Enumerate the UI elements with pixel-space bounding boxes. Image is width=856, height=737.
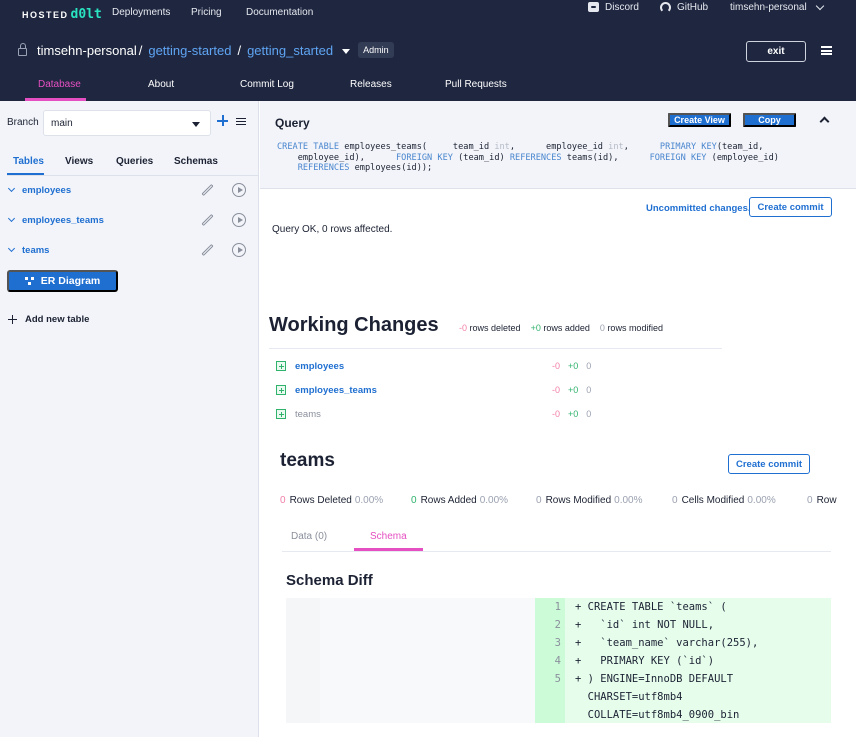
old-schema-pane — [320, 598, 535, 723]
menu-icon[interactable] — [821, 46, 832, 55]
create-commit-button-2[interactable]: Create commit — [728, 454, 810, 474]
discord-link[interactable]: Discord — [588, 2, 639, 13]
stat-rows-other: 0 Row — [807, 495, 837, 506]
uncommitted-changes-link[interactable]: Uncommitted changes. — [646, 203, 751, 214]
sidebar-tab-views[interactable]: Views — [65, 156, 93, 167]
user-menu[interactable]: timsehn-personal — [730, 1, 824, 13]
tab-data[interactable]: Data (0) — [291, 531, 327, 542]
schema-diff-view: 1 + CREATE TABLE `teams` ( 2 + `id` int … — [286, 598, 831, 723]
table-diff-title: teams — [280, 450, 335, 471]
nav-deployments[interactable]: Deployments — [112, 7, 170, 18]
added-plus-box-icon — [276, 385, 286, 395]
branch-select[interactable]: main — [43, 110, 211, 136]
play-icon[interactable] — [232, 183, 246, 197]
github-link[interactable]: GitHub — [660, 1, 708, 13]
er-diagram-button[interactable]: ER Diagram — [7, 270, 118, 292]
edit-pencil-icon[interactable] — [201, 243, 214, 257]
stat-rows-modified: 0 Rows Modified 0.00% — [536, 495, 643, 506]
divider — [269, 348, 722, 349]
tab-database[interactable]: Database — [38, 79, 81, 90]
changed-table-row[interactable]: employees_teams — [276, 384, 377, 396]
create-view-button[interactable]: Create View — [668, 113, 731, 127]
tab-commit-log[interactable]: Commit Log — [240, 79, 294, 90]
old-line-gutter — [286, 598, 320, 723]
line-number: 5 — [554, 673, 561, 685]
line-number: 3 — [554, 637, 561, 649]
working-changes-title: Working Changes — [269, 314, 439, 336]
table-item[interactable]: employees — [7, 182, 252, 198]
sidebar-tab-schemas[interactable]: Schemas — [174, 156, 218, 167]
table-item[interactable]: teams — [7, 242, 252, 258]
sidebar: Branch main Tables Views Queries Schemas… — [0, 101, 259, 737]
stat-rows-deleted: 0 Rows Deleted 0.00% — [280, 495, 384, 506]
diff-line: CHARSET=utf8mb4 — [575, 691, 683, 703]
discord-icon — [588, 2, 599, 12]
nav-pricing[interactable]: Pricing — [191, 7, 222, 18]
chevron-down-icon[interactable] — [7, 184, 16, 193]
line-number: 4 — [554, 655, 561, 667]
app-header: HOSTED d0lt Deployments Pricing Document… — [0, 0, 856, 101]
changed-table-row[interactable]: employees — [276, 360, 344, 372]
query-result: Query OK, 0 rows affected. — [272, 224, 393, 235]
hosted-dolt-logo[interactable]: HOSTED d0lt — [22, 7, 102, 22]
caret-down-icon — [192, 122, 200, 127]
edit-pencil-icon[interactable] — [201, 213, 214, 227]
collapse-chevron-up-icon[interactable] — [819, 116, 830, 127]
added-plus-box-icon — [276, 409, 286, 419]
line-number: 1 — [554, 601, 561, 613]
divider — [7, 175, 259, 176]
breadcrumb: timsehn-personal / getting-started / get… — [18, 42, 394, 58]
divider — [282, 551, 831, 552]
tab-about[interactable]: About — [148, 79, 174, 90]
query-panel: Query Create View Copy CREATE TABLE empl… — [260, 101, 856, 189]
tab-schema[interactable]: Schema — [370, 531, 407, 542]
breadcrumb-owner: timsehn-personal — [37, 42, 137, 58]
diff-line: + `id` int NOT NULL, — [575, 619, 715, 631]
query-title: Query — [275, 116, 310, 130]
diff-line: + ) ENGINE=InnoDB DEFAULT — [575, 673, 734, 685]
query-sql[interactable]: CREATE TABLE employees_teams( team_id in… — [277, 142, 779, 174]
edit-pencil-icon[interactable] — [201, 183, 214, 197]
new-branch-plus-icon[interactable] — [217, 115, 228, 126]
nav-documentation[interactable]: Documentation — [246, 7, 313, 18]
tab-releases[interactable]: Releases — [350, 79, 392, 90]
stat-cells-modified: 0 Cells Modified 0.00% — [672, 495, 776, 506]
add-new-table-button[interactable]: Add new table — [8, 314, 89, 325]
branch-menu-icon[interactable] — [236, 118, 246, 125]
changed-table-row[interactable]: teams — [276, 408, 321, 420]
plus-icon — [8, 315, 17, 324]
play-icon[interactable] — [232, 243, 246, 257]
breadcrumb-database[interactable]: getting_started — [247, 43, 333, 58]
row-change-counts: -0 +0 0 — [552, 409, 592, 419]
exit-button[interactable]: exit — [746, 41, 806, 62]
chevron-down-icon[interactable] — [7, 214, 16, 223]
added-plus-box-icon — [276, 361, 286, 371]
play-icon[interactable] — [232, 213, 246, 227]
sidebar-tab-tables[interactable]: Tables — [13, 156, 44, 167]
row-change-counts: -0 +0 0 — [552, 361, 592, 371]
admin-badge: Admin — [358, 42, 394, 58]
tab-pull-requests[interactable]: Pull Requests — [445, 79, 507, 90]
working-changes-summary: -0 rows deleted +0 rows added 0 rows mod… — [459, 323, 663, 333]
sidebar-tab-queries[interactable]: Queries — [116, 156, 153, 167]
github-icon — [660, 1, 671, 13]
lock-icon — [18, 43, 27, 56]
chevron-down-icon — [815, 1, 824, 10]
diff-line: + PRIMARY KEY (`id`) — [575, 655, 715, 667]
chevron-down-icon[interactable] — [7, 244, 16, 253]
breadcrumb-deployment[interactable]: getting-started — [148, 43, 231, 58]
diagram-icon — [24, 277, 35, 285]
line-number: 2 — [554, 619, 561, 631]
diff-line: + `team_name` varchar(255), — [575, 637, 759, 649]
diff-line: + CREATE TABLE `teams` ( — [575, 601, 727, 613]
database-dropdown-icon[interactable] — [342, 48, 351, 54]
stat-rows-added: 0 Rows Added 0.00% — [411, 495, 509, 506]
copy-button[interactable]: Copy — [743, 113, 796, 127]
branch-label: Branch — [7, 117, 39, 128]
schema-diff-title: Schema Diff — [286, 572, 373, 589]
table-item[interactable]: employees_teams — [7, 212, 252, 228]
diff-line: COLLATE=utf8mb4_0900_bin — [575, 709, 740, 721]
create-commit-button[interactable]: Create commit — [749, 197, 832, 217]
row-change-counts: -0 +0 0 — [552, 385, 592, 395]
